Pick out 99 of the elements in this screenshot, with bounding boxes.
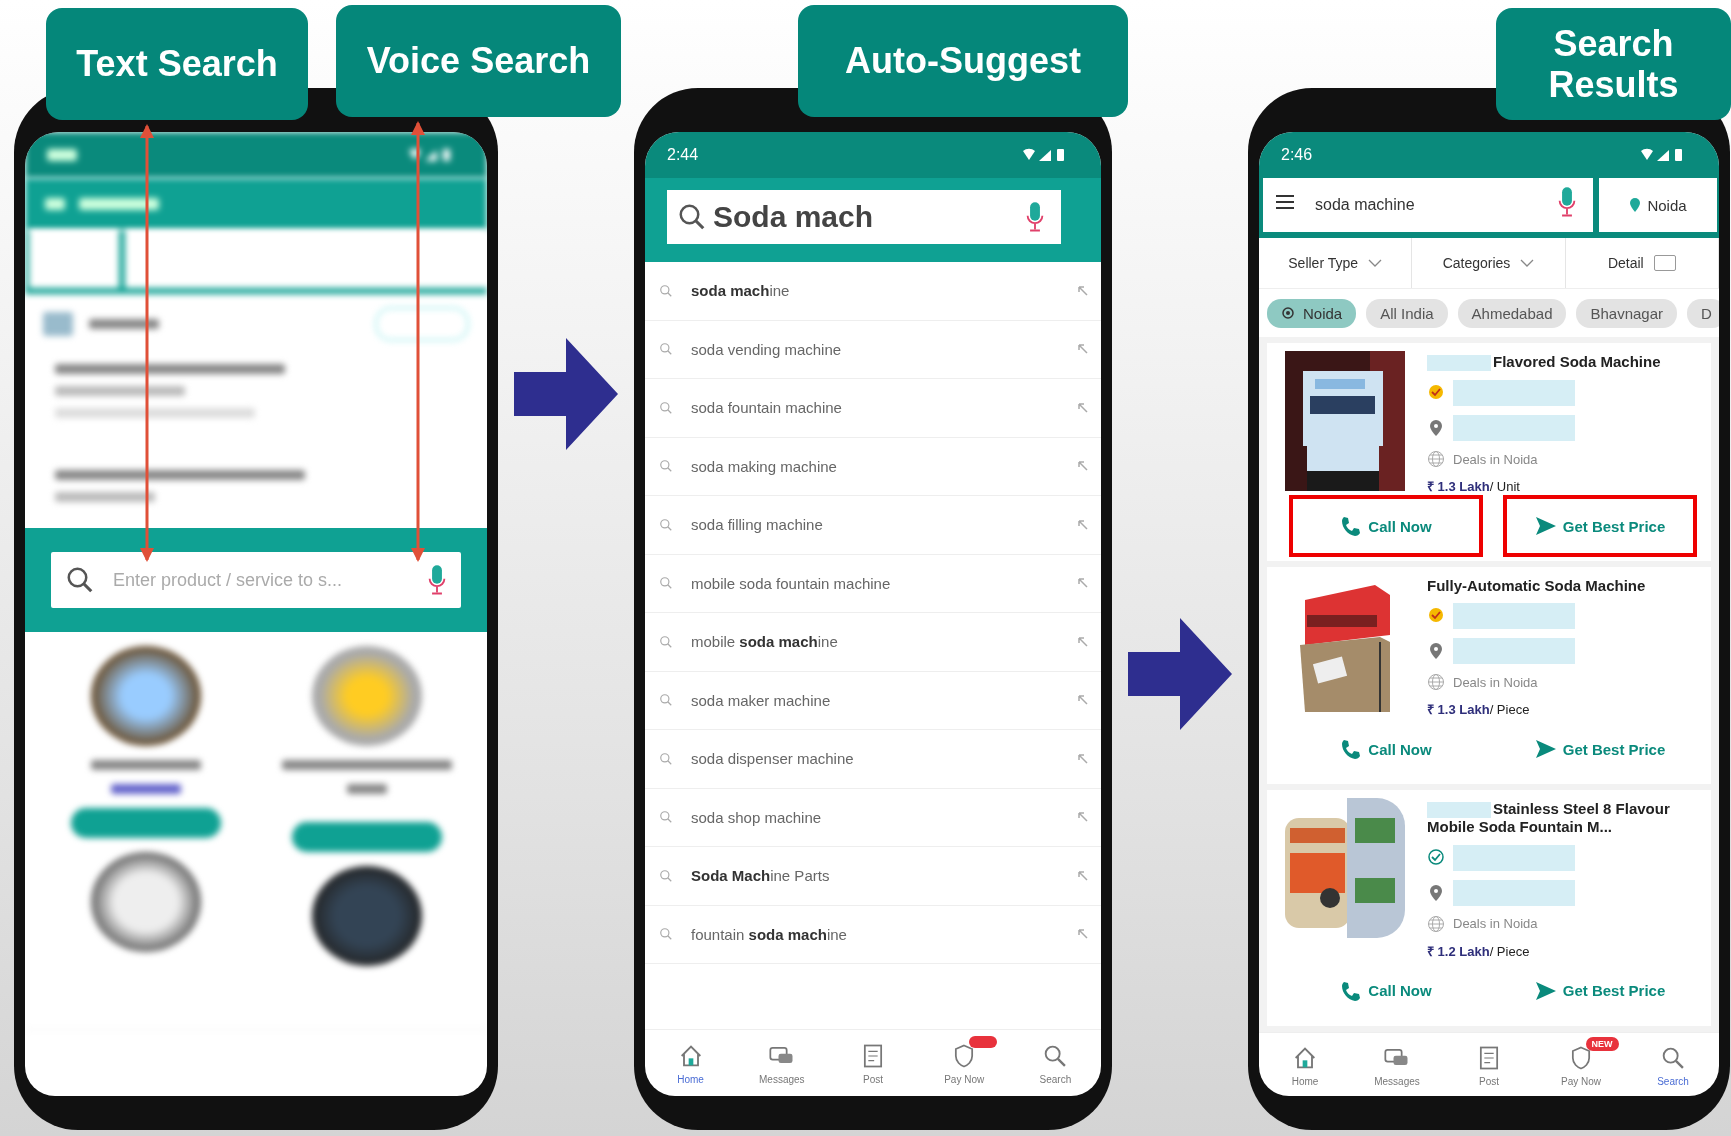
nav-tab[interactable]: Search	[1627, 1032, 1719, 1096]
search-icon	[659, 342, 673, 357]
suggestion-item[interactable]: soda maker machine	[645, 671, 1101, 730]
new-badge: NEW	[1585, 1036, 1619, 1051]
suggestion-item[interactable]: mobile soda fountain machine	[645, 554, 1101, 613]
nav-tab[interactable]: Home	[645, 1030, 737, 1096]
phone-icon	[1340, 980, 1363, 1001]
suggestion-item[interactable]: soda vending machine	[645, 320, 1101, 379]
nav-tab[interactable]: Post	[827, 1030, 919, 1096]
location-chip[interactable]: Ahmedabad	[1457, 298, 1567, 328]
badge-pill	[968, 1036, 997, 1048]
arrow-icon[interactable]	[1077, 928, 1089, 941]
location-pin-icon	[1427, 419, 1445, 438]
globe-icon	[1427, 450, 1445, 469]
arrow-icon[interactable]	[1077, 577, 1089, 590]
arrow-icon[interactable]	[1077, 284, 1089, 297]
get-best-price-button[interactable]: Get Best Price	[1503, 495, 1697, 558]
suggestion-item[interactable]: soda making machine	[645, 437, 1101, 496]
microphone-icon[interactable]	[427, 564, 447, 596]
search-field[interactable]: Soda mach	[667, 190, 1061, 244]
nav-tab[interactable]: NEW Pay Now	[1535, 1032, 1627, 1096]
location-chip[interactable]: Noida	[1267, 298, 1357, 328]
verified-badge-icon	[1427, 848, 1445, 867]
deals-location: Deals in Noida	[1453, 916, 1538, 932]
status-time: 2:44	[667, 146, 699, 164]
search-icon	[677, 202, 707, 232]
suggestion-item[interactable]: soda machine	[645, 262, 1101, 321]
suggestion-item[interactable]: soda filling machine	[645, 496, 1101, 555]
nav-tab[interactable]: Pay Now	[918, 1030, 1010, 1096]
callout-label: Auto-Suggest	[798, 5, 1128, 117]
location-chip[interactable]: Bhavnagar	[1576, 298, 1678, 328]
arrow-icon[interactable]	[1077, 401, 1089, 414]
listing-title[interactable]: Fully-Automatic Soda Machine	[1427, 577, 1646, 595]
search-icon	[659, 751, 673, 766]
search-icon	[659, 400, 673, 415]
send-icon	[1534, 739, 1557, 760]
send-icon	[1534, 516, 1557, 537]
arrow-icon[interactable]	[1077, 343, 1089, 356]
price: ₹ 1.2 Lakh/ Piece	[1427, 942, 1531, 960]
search-icon	[659, 517, 673, 532]
menu-icon[interactable]	[1275, 194, 1295, 210]
callout-label: Text Search	[46, 8, 308, 120]
listing-title[interactable]: Stainless Steel 8 Flavour Mobile Soda Fountain M...	[1427, 800, 1705, 836]
search-icon	[659, 693, 673, 708]
suggestion-item[interactable]: soda fountain machine	[645, 379, 1101, 438]
arrow-icon[interactable]	[1077, 635, 1089, 648]
search-icon	[65, 565, 95, 595]
deals-location: Deals in Noida	[1453, 451, 1538, 467]
nav-tab[interactable]: Home	[1259, 1032, 1351, 1096]
price: ₹ 1.3 Lakh/ Unit	[1427, 478, 1521, 496]
arrow-icon[interactable]	[1077, 518, 1089, 531]
view-toggle-icon	[1653, 255, 1676, 271]
price: ₹ 1.3 Lakh/ Piece	[1427, 701, 1531, 719]
arrow-icon[interactable]	[1077, 694, 1089, 707]
location-pin-icon	[1629, 197, 1642, 213]
microphone-icon[interactable]	[1557, 186, 1577, 218]
suggestion-item[interactable]: soda shop machine	[645, 788, 1101, 847]
globe-icon	[1427, 914, 1445, 933]
phone-icon	[1340, 739, 1363, 760]
arrow-icon[interactable]	[1077, 752, 1089, 765]
nav-tab[interactable]: Search	[1009, 1030, 1101, 1096]
location-button[interactable]: Noida	[1599, 178, 1717, 232]
blurred-time	[47, 149, 77, 161]
callout-label: Voice Search	[336, 5, 621, 117]
arrow-icon[interactable]	[1077, 811, 1089, 824]
suggestion-item[interactable]: soda dispenser machine	[645, 730, 1101, 789]
arrow-icon[interactable]	[1077, 869, 1089, 882]
location-chip[interactable]: All India	[1366, 298, 1448, 328]
nav-tab[interactable]: Messages	[736, 1030, 828, 1096]
status-time: 2:46	[1281, 146, 1313, 164]
suggestion-item[interactable]: fountain soda machine	[645, 905, 1101, 964]
microphone-icon[interactable]	[1025, 201, 1045, 233]
suggestion-item[interactable]: Soda Machine Parts	[645, 847, 1101, 906]
suggestion-item[interactable]: mobile soda machine	[645, 613, 1101, 672]
search-field[interactable]: soda machine	[1263, 178, 1593, 232]
location-chip[interactable]: D	[1687, 298, 1719, 328]
listing-title[interactable]: Flavored Soda Machine	[1427, 353, 1661, 372]
chevron-down-icon	[1368, 258, 1383, 268]
call-now-button[interactable]: Call Now	[1289, 495, 1483, 558]
search-icon	[659, 283, 673, 298]
search-icon	[659, 927, 673, 942]
callout-label: Search Results	[1496, 8, 1731, 120]
chevron-down-icon	[1520, 258, 1535, 268]
location-pin-icon	[1427, 642, 1445, 661]
arrow-icon[interactable]	[1077, 460, 1089, 473]
search-icon	[659, 634, 673, 649]
nav-tab[interactable]: Post	[1443, 1032, 1535, 1096]
phone-icon	[1340, 516, 1363, 537]
search-icon	[659, 459, 673, 474]
nav-tab[interactable]: Messages	[1351, 1032, 1443, 1096]
search-icon	[659, 810, 673, 825]
search-icon	[659, 868, 673, 883]
target-icon	[1281, 306, 1295, 320]
deals-location: Deals in Noida	[1453, 674, 1538, 690]
search-icon	[659, 576, 673, 591]
globe-icon	[1427, 673, 1445, 692]
location-pin-icon	[1427, 883, 1445, 902]
search-field[interactable]: Enter product / service to s...	[51, 552, 461, 608]
send-icon	[1534, 980, 1557, 1001]
